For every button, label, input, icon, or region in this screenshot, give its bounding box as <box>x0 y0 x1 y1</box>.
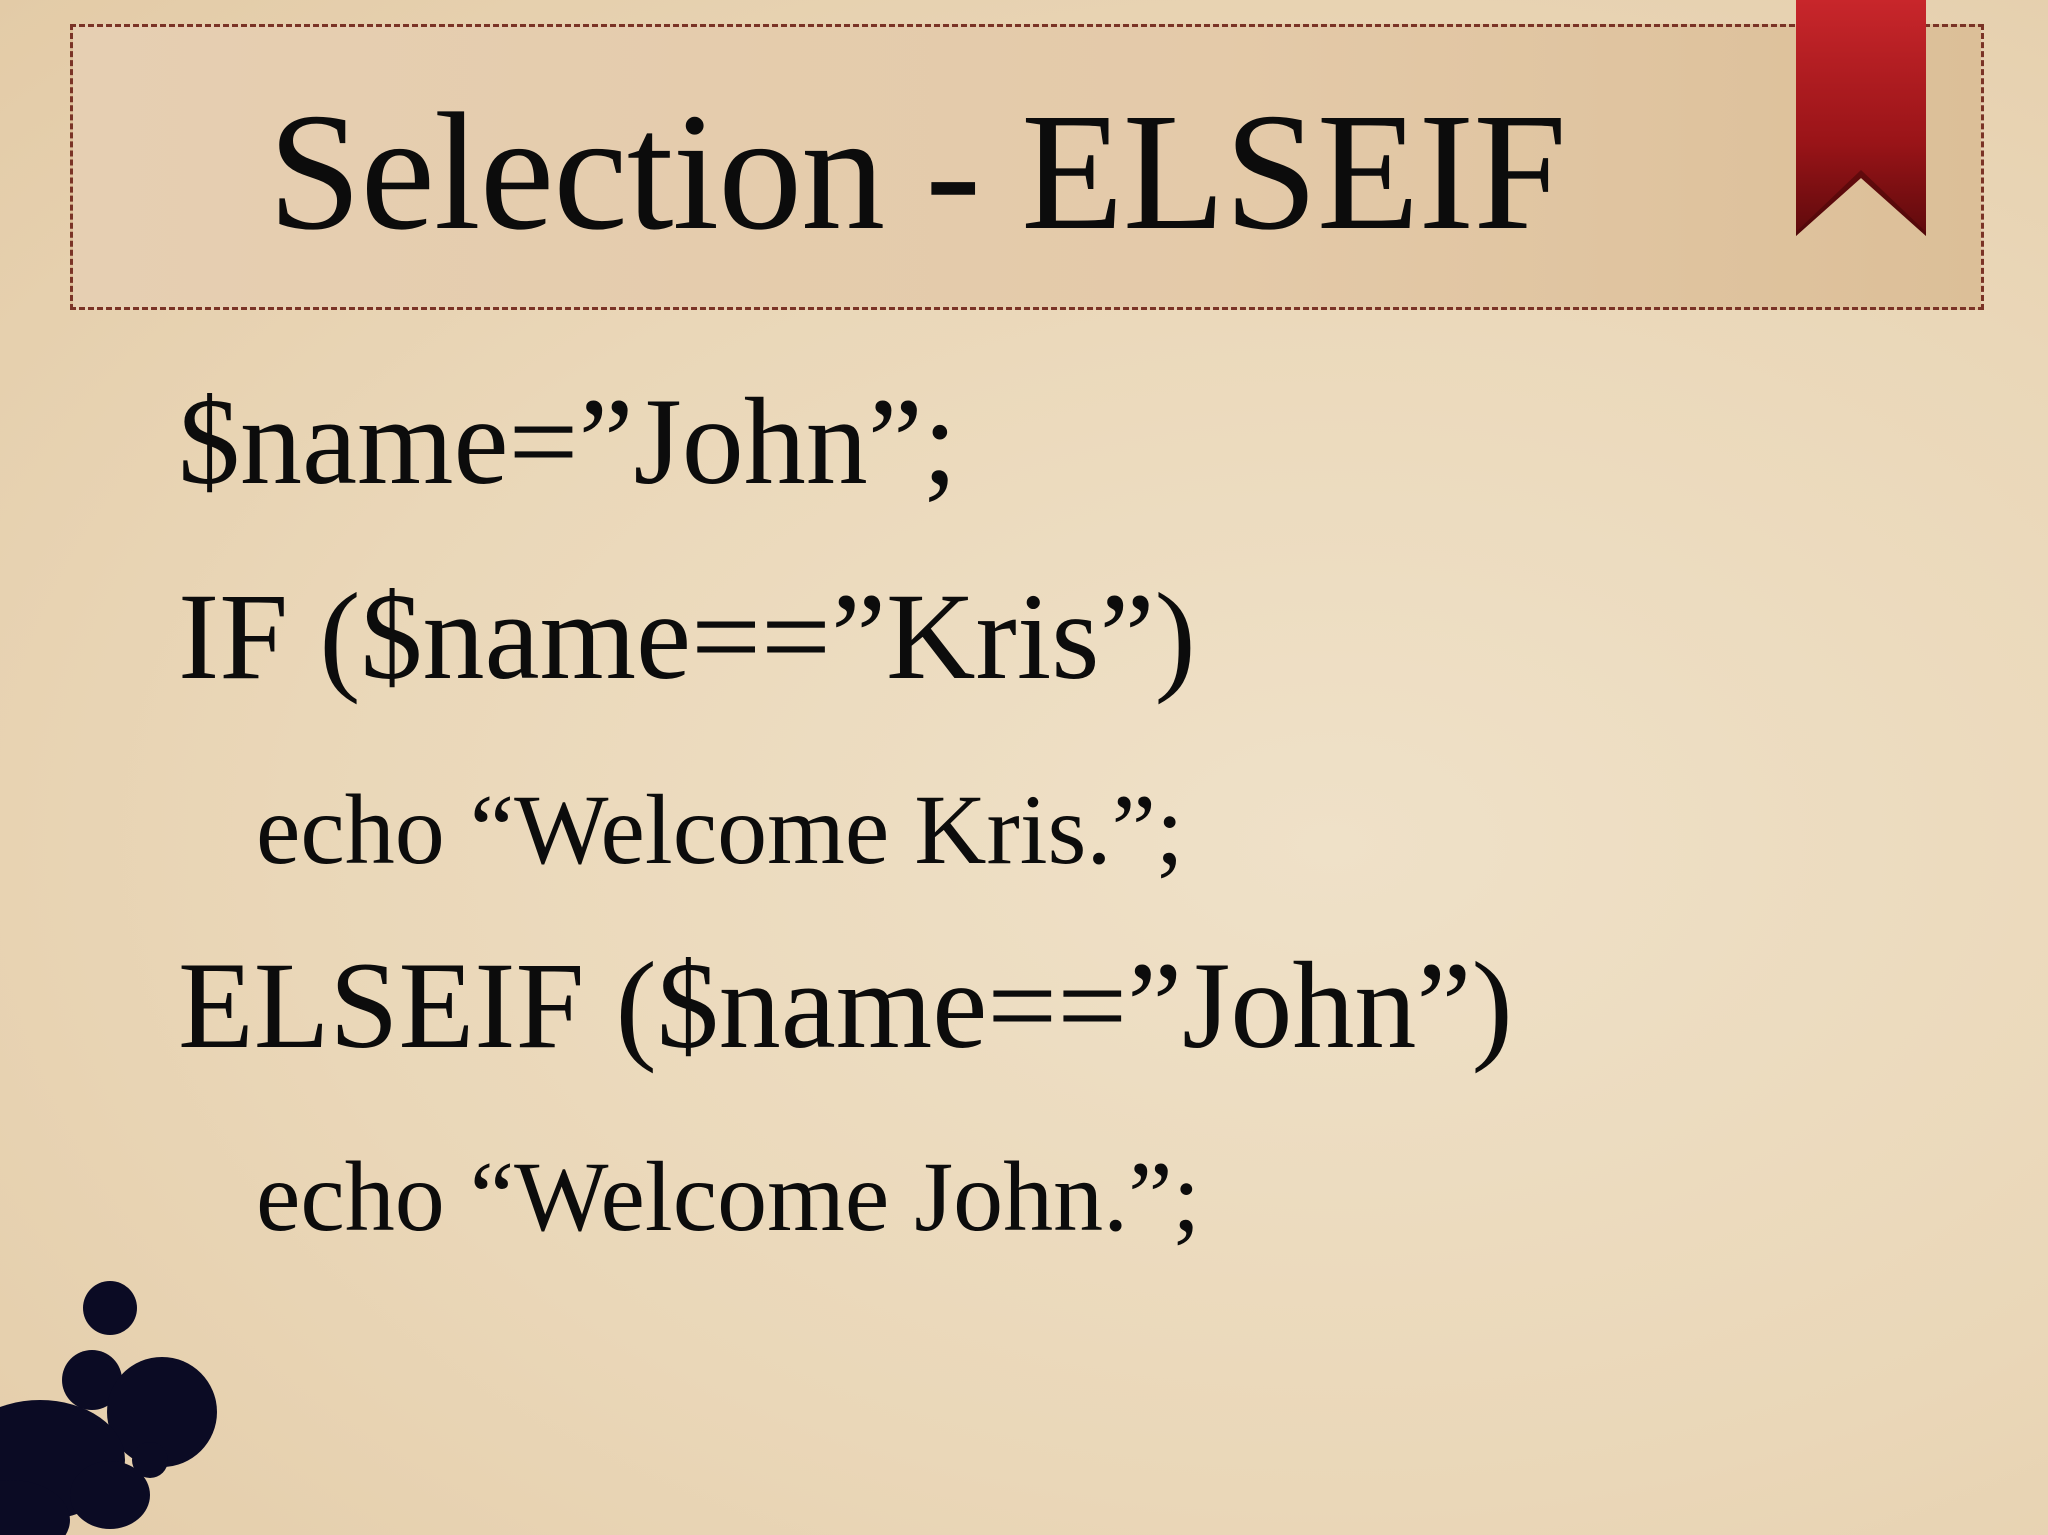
ink-splatter-icon <box>0 1281 217 1535</box>
code-line-assign: $name=”John”; <box>178 373 958 510</box>
slide-title: Selection - ELSEIF <box>268 79 1567 265</box>
bookmark-ribbon-icon <box>1796 0 1926 236</box>
code-line-if: IF ($name==”Kris”) <box>178 568 1196 705</box>
slide: Selection - ELSEIF $name=”John”; IF ($na… <box>0 0 2048 1535</box>
code-line-elseif: ELSEIF ($name==”John”) <box>178 937 1513 1074</box>
code-line-echo-john: echo “Welcome John.”; <box>256 1141 1201 1252</box>
code-line-echo-kris: echo “Welcome Kris.”; <box>256 774 1184 885</box>
